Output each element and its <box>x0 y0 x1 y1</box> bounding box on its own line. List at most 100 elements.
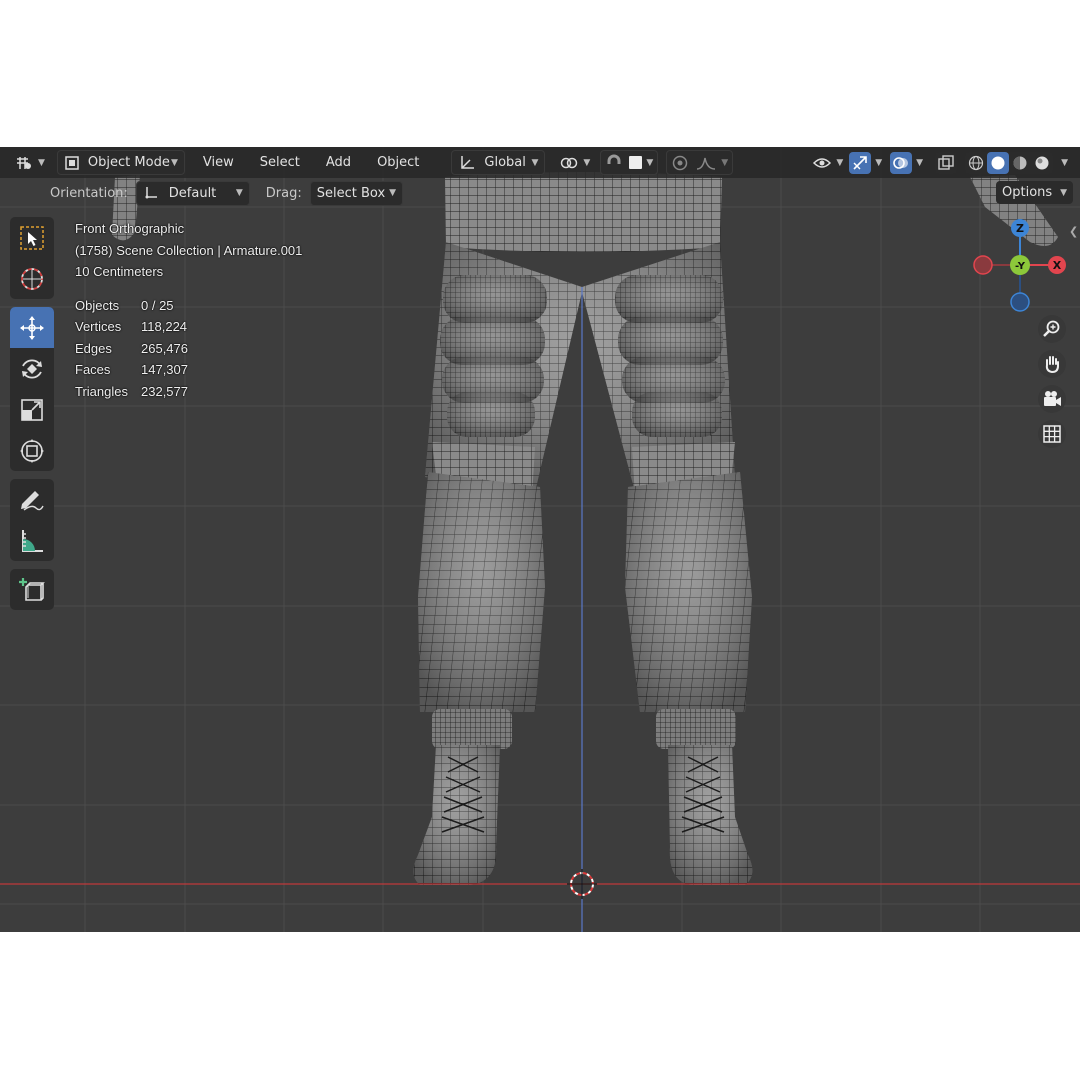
chevron-down-icon: ▼ <box>646 157 654 168</box>
move-icon <box>20 315 44 340</box>
chevron-down-icon[interactable]: ▼ <box>916 158 923 168</box>
viewport-header: ▼ Object Mode ▼ View Select Add Object G… <box>0 147 1080 178</box>
proportional-editing-toggle[interactable]: ▼ <box>666 150 734 175</box>
move-tool[interactable] <box>10 307 54 348</box>
measure-ruler-icon <box>22 529 43 552</box>
snap-target-icon <box>629 156 643 169</box>
camera-view-button[interactable] <box>1038 385 1066 413</box>
snap-toggle[interactable]: ▼ <box>600 150 659 175</box>
chevron-down-icon: ▼ <box>389 188 397 198</box>
object-mode-icon <box>65 155 79 170</box>
stat-value: 232,577 <box>141 383 188 399</box>
ortho-toggle-button[interactable] <box>1038 420 1066 448</box>
chevron-down-icon: ▼ <box>583 157 591 168</box>
material-preview-icon[interactable] <box>1009 152 1031 174</box>
orientation-axes-icon <box>461 155 475 169</box>
annotate-tool[interactable] <box>10 479 54 520</box>
stat-vertices: Vertices 118,224 <box>75 316 302 338</box>
gizmo-neg-z <box>1010 292 1030 312</box>
measure-tool[interactable] <box>10 520 54 561</box>
stat-label: Objects <box>75 297 120 313</box>
drag-dropdown[interactable]: Select Box ▼ <box>309 180 404 206</box>
cursor-tool[interactable] <box>10 258 54 299</box>
stat-value: 0 / 25 <box>141 297 174 313</box>
cursor-icon <box>21 267 43 290</box>
solid-shading-icon[interactable] <box>987 151 1010 174</box>
add-cube-icon <box>19 577 45 604</box>
tool-settings-bar: Orientation: Default ▼ Drag: Select Box … <box>0 179 1080 207</box>
grid-scale: 10 Centimeters <box>75 264 164 279</box>
transform-tool[interactable] <box>10 430 54 471</box>
transform-orientation-dropdown[interactable]: Global ▼ <box>451 150 546 175</box>
gizmo-y-label: -Y <box>1015 261 1026 272</box>
transform-icon <box>20 438 44 463</box>
menu-add[interactable]: Add <box>320 151 357 174</box>
orientation-field-label: Orientation: <box>50 185 128 201</box>
wireframe-shading-icon[interactable] <box>965 152 987 174</box>
menu-add-label: Add <box>325 155 352 170</box>
menu-view-label: View <box>202 155 234 170</box>
annotate-pencil-icon <box>21 490 44 511</box>
stat-label: Edges <box>75 340 112 356</box>
rendered-shading-icon[interactable] <box>1031 152 1053 174</box>
gizmo-neg-x <box>973 255 993 275</box>
stat-label: Triangles <box>75 383 128 399</box>
stat-objects: Objects 0 / 25 <box>75 295 302 317</box>
magnet-icon <box>607 154 621 164</box>
gizmo-x-label: X <box>1053 259 1062 272</box>
add-cube-tool[interactable] <box>10 569 54 610</box>
options-dropdown[interactable]: Options ▼ <box>996 181 1074 204</box>
left-toolbar <box>10 217 54 618</box>
viewport-navigation <box>1038 315 1066 455</box>
stat-edges: Edges 265,476 <box>75 338 302 360</box>
menu-object[interactable]: Object <box>371 151 425 174</box>
gizmo-z-label: Z <box>1016 222 1024 235</box>
xray-toggle-icon[interactable] <box>935 151 958 174</box>
editor-type-button[interactable]: ▼ <box>8 151 51 174</box>
options-label: Options <box>1002 185 1053 200</box>
grid-icon <box>1043 425 1061 443</box>
zoom-button[interactable] <box>1038 315 1066 343</box>
chevron-down-icon: ▼ <box>38 157 45 168</box>
link-icon <box>561 157 578 168</box>
chevron-down-icon: ▼ <box>235 188 243 198</box>
mode-dropdown[interactable]: Object Mode ▼ <box>56 150 185 175</box>
gizmo-toggle-icon[interactable] <box>849 151 872 174</box>
rotate-tool[interactable] <box>10 348 54 389</box>
menu-view[interactable]: View <box>197 151 240 174</box>
chevron-down-icon[interactable]: ▼ <box>1061 158 1068 168</box>
orientation-gizmo-icon <box>145 187 157 199</box>
editor-type-icon <box>17 156 31 169</box>
blender-window: Z -Y X ▼ Object Mode ▼ View Select Add O… <box>0 147 1080 932</box>
chevron-down-icon[interactable]: ▼ <box>875 158 882 168</box>
chevron-down-icon: ▼ <box>836 157 844 168</box>
stat-triangles: Triangles 232,577 <box>75 381 302 403</box>
menu-select[interactable]: Select <box>254 151 306 174</box>
chevron-down-icon: ▼ <box>1060 187 1068 198</box>
drag-value: Select Box <box>316 185 386 201</box>
overlays-toggle-icon[interactable] <box>890 151 913 174</box>
stat-label: Faces <box>75 362 111 377</box>
rotate-icon <box>22 359 42 378</box>
stat-value: 147,307 <box>141 362 188 377</box>
pan-button[interactable] <box>1038 350 1066 378</box>
select-box-tool[interactable] <box>10 217 54 258</box>
scale-icon <box>21 398 43 421</box>
chevron-down-icon: ▼ <box>721 157 729 168</box>
eye-icon <box>813 157 832 168</box>
mode-label: Object Mode <box>87 155 170 170</box>
menu-object-label: Object <box>377 155 420 170</box>
pivot-point-button[interactable]: ▼ <box>553 151 596 174</box>
chevron-down-icon: ▼ <box>171 157 178 168</box>
sidebar-toggle-icon[interactable]: ❮ <box>1069 225 1078 238</box>
stat-value: 265,476 <box>141 340 188 356</box>
scale-tool[interactable] <box>10 389 54 430</box>
3d-cursor <box>567 869 597 899</box>
collection-info: (1758) Scene Collection | Armature.001 <box>75 242 303 258</box>
stat-label: Vertices <box>75 319 122 334</box>
stat-value: 118,224 <box>141 319 188 334</box>
select-box-icon <box>20 225 44 250</box>
visibility-dropdown[interactable]: ▼ <box>806 151 849 174</box>
orientation-dropdown[interactable]: Default ▼ <box>135 180 250 206</box>
camera-icon <box>1044 391 1061 406</box>
